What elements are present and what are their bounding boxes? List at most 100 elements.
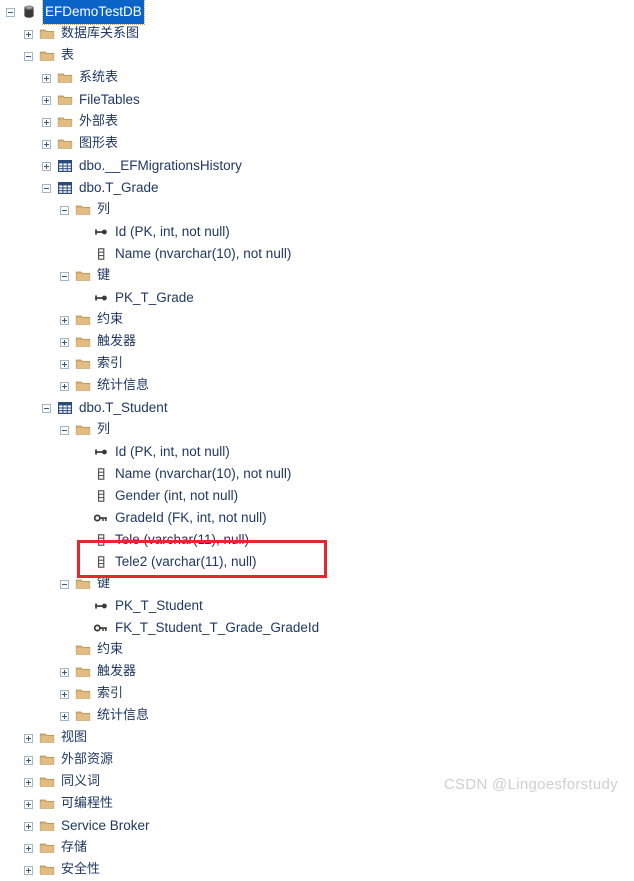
tree-node-label: 数据库关系图: [61, 26, 140, 41]
collapse-icon[interactable]: [42, 183, 51, 193]
expander-placeholder: [78, 602, 87, 611]
tree-node[interactable]: 表: [0, 45, 634, 67]
collapse-icon[interactable]: [60, 425, 69, 435]
tree-node[interactable]: 外部表: [0, 111, 634, 133]
column-icon: [98, 534, 105, 546]
object-explorer-tree[interactable]: EFDemoTestDB 数据库关系图表系统表 FileTables 外部表图形表 db…: [0, 0, 634, 881]
tree-node[interactable]: Service Broker: [0, 815, 634, 837]
tree-node[interactable]: 列: [0, 199, 634, 221]
tree-node[interactable]: Name (nvarchar(10), not null): [0, 243, 634, 265]
tree-node-label: Gender (int, not null): [115, 488, 239, 503]
tree-node[interactable]: 可编程性: [0, 793, 634, 815]
watermark: CSDN @Lingoesforstudy: [443, 776, 618, 793]
tree-node[interactable]: Id (PK, int, not null): [0, 441, 634, 463]
tree-node-label: FileTables: [79, 92, 140, 107]
tree-node-label: 可编程性: [61, 796, 114, 811]
tree-node[interactable]: 触发器: [0, 331, 634, 353]
tree-node-label: Service Broker: [61, 818, 150, 833]
expand-icon[interactable]: [42, 117, 51, 127]
tree-node[interactable]: Tele2 (varchar(11), null): [0, 551, 634, 573]
collapse-icon[interactable]: [42, 403, 51, 413]
expand-icon[interactable]: [42, 95, 51, 105]
expand-icon[interactable]: [60, 359, 69, 369]
tree-node-label: Name (nvarchar(10), not null): [115, 246, 292, 261]
tree-node-label: Tele2 (varchar(11), null): [115, 554, 257, 569]
tree-node[interactable]: FK_T_Student_T_Grade_GradeId: [0, 617, 634, 639]
column-icon: [98, 248, 105, 260]
tree-node[interactable]: 统计信息: [0, 375, 634, 397]
tree-node[interactable]: 数据库关系图: [0, 23, 634, 45]
expand-icon[interactable]: [60, 381, 69, 391]
tree-node-label: 图形表: [79, 136, 119, 151]
collapse-icon[interactable]: [6, 7, 15, 17]
tree-node[interactable]: 图形表: [0, 133, 634, 155]
tree-node-label: 键: [97, 268, 111, 283]
tree-node[interactable]: 索引: [0, 683, 634, 705]
tree-node-label: 键: [97, 576, 111, 591]
tree-node-label: 视图: [61, 730, 88, 745]
tree-node[interactable]: Name (nvarchar(10), not null): [0, 463, 634, 485]
tree-node[interactable]: PK_T_Grade: [0, 287, 634, 309]
tree-node[interactable]: 视图: [0, 727, 634, 749]
tree-node[interactable]: 统计信息: [0, 705, 634, 727]
collapse-icon[interactable]: [60, 579, 69, 589]
tree-node-label: Name (nvarchar(10), not null): [115, 466, 292, 481]
tree-node[interactable]: 外部资源: [0, 749, 634, 771]
expand-icon[interactable]: [42, 73, 51, 83]
collapse-icon[interactable]: [24, 51, 33, 61]
tree-node[interactable]: 系统表: [0, 67, 634, 89]
tree-node[interactable]: dbo.T_Grade: [0, 177, 634, 199]
expand-icon[interactable]: [24, 777, 33, 787]
tree-node[interactable]: 约束: [0, 309, 634, 331]
tree-node[interactable]: PK_T_Student: [0, 595, 634, 617]
expand-icon[interactable]: [60, 667, 69, 677]
collapse-icon[interactable]: [60, 271, 69, 281]
tree-node[interactable]: dbo.T_Student: [0, 397, 634, 419]
expand-icon[interactable]: [60, 711, 69, 721]
collapse-icon[interactable]: [60, 205, 69, 215]
folder-icon: [75, 667, 91, 677]
tree-node[interactable]: 索引: [0, 353, 634, 375]
expand-icon[interactable]: [24, 29, 33, 39]
expand-icon[interactable]: [24, 755, 33, 765]
expander-placeholder: [78, 448, 87, 457]
expand-icon[interactable]: [42, 161, 51, 171]
tree-node[interactable]: 列: [0, 419, 634, 441]
tree-node-label: Tele (varchar(11), null): [115, 532, 250, 547]
expand-icon[interactable]: [24, 733, 33, 743]
tree-node-label: 统计信息: [97, 378, 150, 393]
tree-node[interactable]: Id (PK, int, not null): [0, 221, 634, 243]
folder-icon: [39, 51, 55, 61]
tree-node-label: EFDemoTestDB: [42, 0, 145, 25]
tree-node[interactable]: 安全性: [0, 859, 634, 881]
expand-icon[interactable]: [42, 139, 51, 149]
tree-node-label: 表: [61, 48, 75, 63]
folder-icon: [39, 799, 55, 809]
expand-icon[interactable]: [24, 843, 33, 853]
tree-node-label: 存储: [61, 840, 88, 855]
tree-node[interactable]: GradeId (FK, int, not null): [0, 507, 634, 529]
tree-node[interactable]: dbo.__EFMigrationsHistory: [0, 155, 634, 177]
folder-icon: [39, 843, 55, 853]
expand-icon[interactable]: [60, 315, 69, 325]
tree-node[interactable]: EFDemoTestDB: [0, 0, 634, 25]
tree-node[interactable]: 键: [0, 265, 634, 287]
expand-icon[interactable]: [60, 689, 69, 699]
tree-node[interactable]: 存储: [0, 837, 634, 859]
expand-icon[interactable]: [60, 337, 69, 347]
tree-node-label: 列: [97, 202, 111, 217]
expand-icon[interactable]: [24, 865, 33, 875]
tree-node[interactable]: 约束: [0, 639, 634, 661]
expand-icon[interactable]: [24, 821, 33, 831]
folder-icon: [75, 425, 91, 435]
expander-placeholder: [78, 250, 87, 259]
expand-icon[interactable]: [24, 799, 33, 809]
tree-node[interactable]: Tele (varchar(11), null): [0, 529, 634, 551]
tree-node[interactable]: Gender (int, not null): [0, 485, 634, 507]
tree-node-label: 触发器: [97, 664, 137, 679]
tree-node-label: 列: [97, 422, 111, 437]
tree-node[interactable]: FileTables: [0, 89, 634, 111]
tree-node[interactable]: 键: [0, 573, 634, 595]
folder-icon: [39, 29, 55, 39]
tree-node[interactable]: 触发器: [0, 661, 634, 683]
